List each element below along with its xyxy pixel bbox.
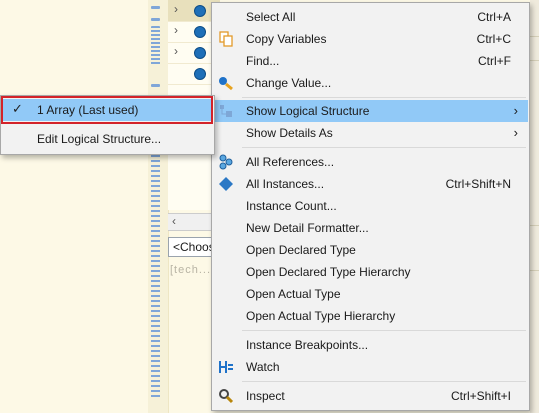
menu-item-new-detail-formatter[interactable]: New Detail Formatter... (213, 217, 528, 239)
menu-item-open-declared-type-hierarchy[interactable]: Open Declared Type Hierarchy (213, 261, 528, 283)
watch-icon (219, 361, 233, 373)
submenu-arrow-icon: › (513, 103, 518, 118)
annotation-marker (151, 18, 160, 21)
editor-gutter (148, 0, 169, 413)
menu-item-open-actual-type-hierarchy[interactable]: Open Actual Type Hierarchy (213, 305, 528, 327)
submenu-item-edit-logical-structure[interactable]: Edit Logical Structure... (2, 128, 213, 150)
annotation-marker (151, 6, 160, 9)
logical-structure-icon (220, 105, 232, 117)
menu-separator (242, 147, 526, 148)
menu-item-all-instances[interactable]: All Instances... Ctrl+Shift+N (213, 173, 528, 195)
field-icon (194, 5, 206, 17)
menu-separator (242, 381, 526, 382)
menu-item-inspect[interactable]: Inspect Ctrl+Shift+I (213, 385, 528, 407)
instances-icon (219, 177, 233, 191)
menu-item-instance-count[interactable]: Instance Count... (213, 195, 528, 217)
menu-item-show-details-as[interactable]: Show Details As › (213, 122, 528, 144)
scroll-left-icon[interactable]: ‹ (172, 214, 176, 228)
menu-item-copy-variables[interactable]: Copy Variables Ctrl+C (213, 28, 528, 50)
menu-item-show-logical-structure[interactable]: Show Logical Structure › (213, 100, 528, 122)
field-icon (194, 47, 206, 59)
menu-separator (242, 97, 526, 98)
menu-item-watch[interactable]: Watch (213, 356, 528, 378)
annotation-marker (151, 26, 160, 66)
annotation-marker (151, 84, 160, 87)
annotation-marker (151, 150, 160, 400)
menu-item-instance-breakpoints[interactable]: Instance Breakpoints... (213, 334, 528, 356)
right-panel-edge (530, 0, 539, 413)
menu-item-select-all[interactable]: Select All Ctrl+A (213, 6, 528, 28)
menu-item-all-references[interactable]: All References... (213, 151, 528, 173)
menu-item-find[interactable]: Find... Ctrl+F (213, 50, 528, 72)
menu-item-open-declared-type[interactable]: Open Declared Type (213, 239, 528, 261)
highlight-callout-box (1, 96, 213, 124)
field-icon (194, 68, 206, 80)
context-menu: Select All Ctrl+A Copy Variables Ctrl+C … (211, 2, 530, 411)
expand-icon[interactable]: › (174, 2, 178, 16)
inspect-icon (219, 389, 234, 404)
change-value-icon (219, 77, 233, 91)
expand-icon[interactable]: › (174, 23, 178, 37)
menu-item-open-actual-type[interactable]: Open Actual Type (213, 283, 528, 305)
submenu-arrow-icon: › (513, 125, 518, 140)
references-icon (219, 154, 233, 170)
copy-icon (219, 31, 233, 47)
menu-separator (242, 330, 526, 331)
menu-item-change-value[interactable]: Change Value... (213, 72, 528, 94)
field-icon (194, 26, 206, 38)
expand-icon[interactable]: › (174, 44, 178, 58)
